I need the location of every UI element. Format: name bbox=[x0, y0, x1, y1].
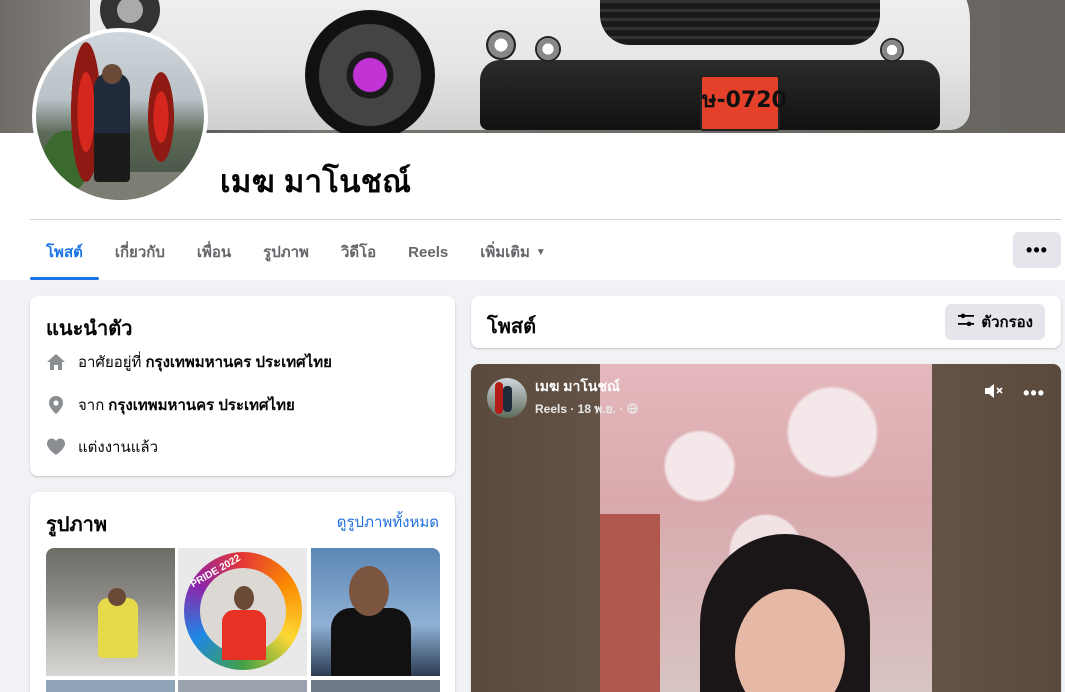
filter-button[interactable]: ตัวกรอง bbox=[945, 304, 1045, 340]
header-divider bbox=[30, 219, 1061, 220]
relationship-status: แต่งงานแล้ว bbox=[78, 439, 159, 456]
globe-icon bbox=[626, 402, 638, 416]
tab-about[interactable]: เกี่ยวกับ bbox=[99, 224, 181, 280]
home-icon bbox=[46, 352, 66, 372]
cover-light bbox=[880, 38, 904, 62]
photos-title: รูปภาพ bbox=[46, 514, 108, 536]
mute-icon[interactable] bbox=[983, 382, 1005, 405]
lives-prefix: อาศัยอยู่ที่ bbox=[78, 354, 142, 371]
tab-label: Reels bbox=[408, 243, 449, 261]
tab-videos[interactable]: วิดีโอ bbox=[325, 224, 392, 280]
heart-icon bbox=[46, 437, 66, 457]
reel-author-avatar[interactable] bbox=[487, 377, 527, 418]
photo-thumbnail[interactable] bbox=[311, 548, 440, 676]
profile-name: เมฆ มาโนชณ์ bbox=[220, 164, 412, 199]
license-plate: ษ-0720 bbox=[700, 75, 787, 131]
tab-label: เพื่อน bbox=[196, 244, 232, 261]
intro-from-row: จาก กรุงเทพมหานคร ประเทศไทย bbox=[46, 393, 295, 417]
photo-thumbnail[interactable]: PRIDE 2022 bbox=[178, 548, 307, 676]
profile-header: ษ-0720 เมฆ มาโนชณ์ โพสต์ เกี่ยวกับ เพื่อ… bbox=[0, 0, 1065, 280]
cover-grille bbox=[600, 0, 880, 45]
cover-light bbox=[535, 36, 561, 62]
reel-controls: ••• bbox=[983, 382, 1045, 405]
tab-label: เกี่ยวกับ bbox=[114, 244, 165, 261]
reel-video[interactable] bbox=[600, 364, 932, 692]
reel-meta-text: Reels · 18 พ.ย. · bbox=[535, 402, 624, 416]
caret-down-icon: ▼ bbox=[535, 246, 546, 258]
photos-card: รูปภาพ ดูรูปภาพทั้งหมด PRIDE 2022 bbox=[30, 492, 455, 692]
reel-author-name[interactable]: เมฆ มาโนชณ์ bbox=[535, 376, 638, 398]
tab-more[interactable]: เพิ่มเติม ▼ bbox=[464, 224, 562, 280]
intro-relationship-row: แต่งงานแล้ว bbox=[46, 435, 158, 459]
tab-friends[interactable]: เพื่อน bbox=[181, 224, 247, 280]
reel-post[interactable]: เมฆ มาโนชณ์ Reels · 18 พ.ย. · ••• bbox=[471, 364, 1061, 692]
more-options-button[interactable]: ••• bbox=[1013, 232, 1061, 268]
from-value[interactable]: กรุงเทพมหานคร ประเทศไทย bbox=[108, 393, 294, 417]
tab-reels[interactable]: Reels bbox=[392, 224, 464, 280]
photo-thumbnail[interactable] bbox=[311, 680, 440, 692]
posts-title: โพสต์ bbox=[487, 316, 537, 338]
photo-thumbnail[interactable] bbox=[178, 680, 307, 692]
reel-header: เมฆ มาโนชณ์ Reels · 18 พ.ย. · bbox=[487, 376, 638, 419]
photo-thumbnail[interactable] bbox=[46, 548, 175, 676]
tab-label: วิดีโอ bbox=[340, 244, 377, 261]
reel-meta: Reels · 18 พ.ย. · bbox=[535, 400, 638, 419]
cover-light bbox=[486, 30, 516, 60]
reel-more-button[interactable]: ••• bbox=[1023, 383, 1045, 404]
photo-thumbnail[interactable] bbox=[46, 680, 175, 692]
filter-sliders-icon bbox=[957, 312, 975, 332]
tab-posts[interactable]: โพสต์ bbox=[30, 224, 99, 280]
lives-value[interactable]: กรุงเทพมหานคร ประเทศไทย bbox=[145, 350, 331, 374]
tab-label: เพิ่มเติม bbox=[480, 244, 530, 261]
profile-tabs: โพสต์ เกี่ยวกับ เพื่อน รูปภาพ วิดีโอ Ree… bbox=[30, 224, 562, 280]
avatar-image bbox=[36, 32, 204, 200]
filter-label: ตัวกรอง bbox=[981, 314, 1033, 331]
intro-lives-row: อาศัยอยู่ที่ กรุงเทพมหานคร ประเทศไทย bbox=[46, 350, 332, 374]
profile-avatar[interactable] bbox=[32, 28, 208, 204]
tab-label: รูปภาพ bbox=[263, 244, 309, 261]
see-all-photos-link[interactable]: ดูรูปภาพทั้งหมด bbox=[337, 510, 439, 534]
intro-card: แนะนำตัว อาศัยอยู่ที่ กรุงเทพมหานคร ประเ… bbox=[30, 296, 455, 476]
from-prefix: จาก bbox=[78, 397, 105, 414]
cover-wheel bbox=[305, 10, 435, 133]
tab-photos[interactable]: รูปภาพ bbox=[247, 224, 325, 280]
posts-header-card: โพสต์ ตัวกรอง bbox=[471, 296, 1061, 348]
tab-label: โพสต์ bbox=[46, 244, 83, 261]
intro-title: แนะนำตัว bbox=[46, 318, 133, 340]
location-pin-icon bbox=[46, 395, 66, 415]
